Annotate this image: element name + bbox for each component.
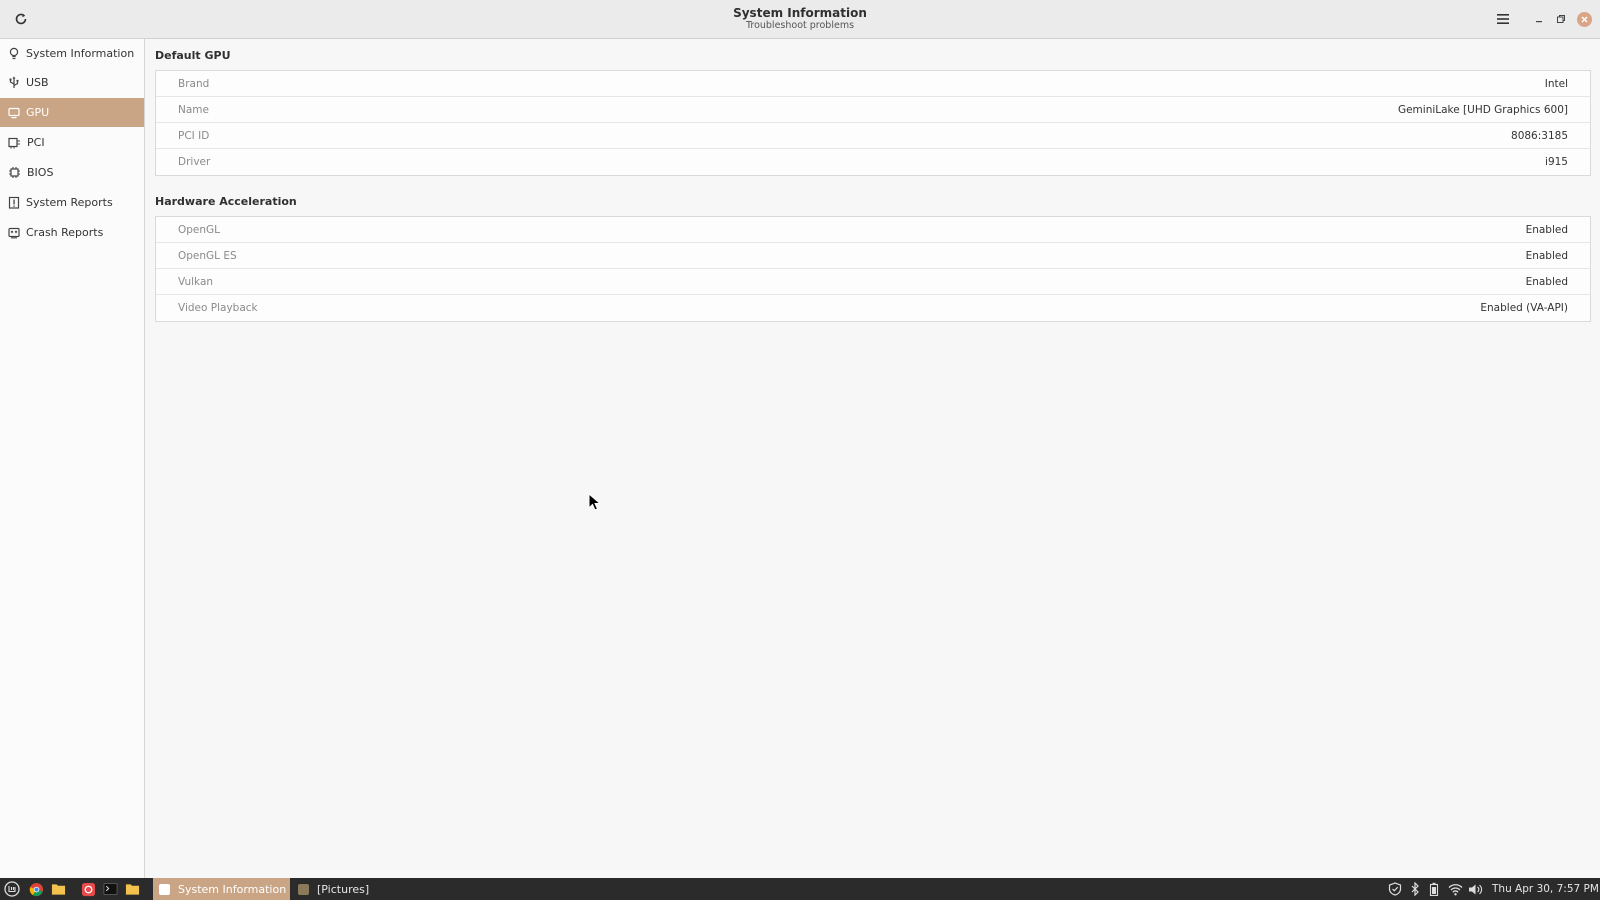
sidebar-item-label: Crash Reports — [26, 226, 104, 239]
pci-card-icon — [8, 137, 20, 148]
sidebar: System Information USB GPU PCI BIOS Syst… — [0, 39, 145, 878]
chrome-icon — [29, 882, 43, 896]
files-launcher[interactable] — [50, 881, 66, 897]
sidebar-item-system-information[interactable]: System Information — [0, 39, 144, 68]
folder-icon — [298, 883, 309, 895]
window-title: System Information — [733, 6, 867, 20]
sidebar-item-label: GPU — [26, 106, 50, 119]
main-menu-button[interactable] — [1491, 8, 1515, 30]
volume-tray[interactable] — [1467, 881, 1484, 897]
row-key: Video Playback — [178, 302, 258, 314]
gpu-pci-id-row: PCI ID 8086:3185 — [156, 123, 1590, 149]
close-button[interactable] — [1577, 12, 1592, 27]
refresh-button[interactable] — [8, 7, 34, 31]
mouse-cursor-icon — [588, 493, 602, 511]
mint-logo-icon — [4, 881, 20, 897]
sidebar-item-crash-reports[interactable]: Crash Reports — [0, 218, 144, 247]
task-label: System Information — [178, 882, 287, 896]
window-title-block: System Information Troubleshoot problems — [0, 6, 1600, 32]
row-key: Brand — [178, 77, 210, 90]
bluetooth-tray[interactable] — [1408, 881, 1422, 897]
row-value: Intel — [1544, 77, 1568, 90]
monitor-icon — [8, 107, 20, 118]
usb-icon — [9, 76, 19, 88]
bluetooth-icon — [1411, 882, 1419, 896]
chip-icon — [9, 167, 20, 178]
sidebar-item-label: System Reports — [26, 196, 113, 209]
content-area: Default GPU Brand Intel Name GeminiLake … — [145, 39, 1600, 878]
wifi-icon — [1448, 883, 1462, 895]
sidebar-item-label: System Information — [26, 47, 135, 60]
app-report-icon — [159, 883, 170, 895]
row-value: 8086:3185 — [1511, 129, 1568, 142]
gpu-brand-row: Brand Intel — [156, 71, 1590, 97]
sidebar-item-label: USB — [26, 76, 49, 89]
terminal-icon — [103, 883, 117, 895]
row-value: Enabled — [1525, 275, 1568, 288]
gpu-driver-row: Driver i915 — [156, 149, 1590, 175]
taskbar-task-pictures[interactable]: [Pictures] — [292, 878, 412, 900]
battery-icon — [1429, 882, 1439, 896]
row-value: Enabled (VA-API) — [1480, 302, 1568, 314]
minimize-icon — [1536, 21, 1542, 23]
vulkan-row: Vulkan Enabled — [156, 269, 1590, 295]
shield-icon — [1388, 882, 1402, 896]
row-key: Driver — [178, 156, 211, 168]
folder-icon — [125, 884, 139, 895]
sidebar-item-system-reports[interactable]: System Reports — [0, 188, 144, 217]
software-icon — [81, 882, 95, 896]
battery-tray[interactable] — [1427, 881, 1441, 897]
window-subtitle: Troubleshoot problems — [745, 20, 855, 31]
task-label: [Pictures] — [317, 882, 370, 896]
folder-icon — [51, 884, 65, 895]
taskbar-clock[interactable]: Thu Apr 30, 7:57 PM — [1492, 878, 1599, 900]
opengl-es-row: OpenGL ES Enabled — [156, 243, 1590, 269]
refresh-icon — [15, 13, 27, 25]
terminal-launcher[interactable] — [102, 881, 118, 897]
shield-tray[interactable] — [1387, 881, 1403, 897]
row-key: PCI ID — [178, 129, 210, 142]
chrome-launcher[interactable] — [28, 881, 44, 897]
row-key: OpenGL ES — [178, 249, 237, 262]
section-title-default-gpu: Default GPU — [155, 49, 231, 62]
start-menu-button[interactable] — [4, 881, 20, 897]
row-value: Enabled — [1525, 223, 1568, 236]
wifi-tray[interactable] — [1447, 881, 1463, 897]
row-key: Name — [178, 103, 209, 116]
maximize-button[interactable] — [1553, 11, 1569, 27]
opengl-row: OpenGL Enabled — [156, 217, 1590, 243]
header-bar: System Information Troubleshoot problems — [0, 0, 1600, 39]
minimize-button[interactable] — [1531, 11, 1547, 27]
row-value: Enabled — [1525, 249, 1568, 262]
sidebar-item-label: BIOS — [27, 166, 54, 179]
software-launcher[interactable] — [80, 881, 96, 897]
taskbar-task-system-information[interactable]: System Information — [153, 878, 290, 900]
taskbar: System Information [Pictures] Thu Apr 30… — [0, 878, 1600, 900]
volume-icon — [1469, 884, 1483, 894]
row-key: OpenGL — [178, 223, 221, 236]
restore-icon — [1557, 15, 1565, 23]
row-value: GeminiLake [UHD Graphics 600] — [1397, 103, 1568, 116]
sidebar-item-bios[interactable]: BIOS — [0, 158, 144, 187]
row-value: i915 — [1545, 156, 1568, 168]
sidebar-item-usb[interactable]: USB — [0, 68, 144, 97]
sidebar-item-pci[interactable]: PCI — [0, 128, 144, 157]
gpu-name-row: Name GeminiLake [UHD Graphics 600] — [156, 97, 1590, 123]
lightbulb-icon — [9, 47, 19, 60]
hamburger-menu-icon — [1497, 14, 1509, 24]
files-launcher-2[interactable] — [124, 881, 140, 897]
sidebar-item-label: PCI — [27, 136, 45, 149]
sidebar-item-gpu[interactable]: GPU — [0, 98, 144, 127]
section-title-hardware-acceleration: Hardware Acceleration — [155, 195, 297, 208]
close-icon — [1581, 16, 1588, 23]
video-playback-row: Video Playback Enabled (VA-API) — [156, 295, 1590, 321]
crash-report-icon — [8, 227, 20, 238]
row-key: Vulkan — [178, 275, 214, 288]
hardware-acceleration-list: OpenGL Enabled OpenGL ES Enabled Vulkan … — [155, 216, 1591, 322]
default-gpu-list: Brand Intel Name GeminiLake [UHD Graphic… — [155, 70, 1591, 176]
report-icon — [8, 196, 20, 209]
